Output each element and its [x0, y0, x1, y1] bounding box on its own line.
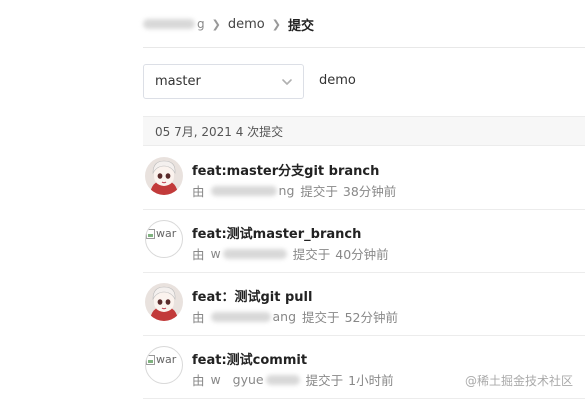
avatar[interactable]: war	[145, 346, 183, 384]
commit-meta: 由 w gyue 提交于 1小时前	[192, 370, 394, 389]
avatar[interactable]	[145, 157, 183, 195]
commit-group-header: 05 7月, 2021 4 次提交	[143, 116, 585, 146]
avatar[interactable]	[145, 283, 183, 321]
commit-action-label: 提交于	[300, 184, 338, 199]
commit-time: 38分钟前	[342, 184, 397, 199]
commit-list: feat:master分支git branch 由 ng 提交于 38分钟前 w…	[143, 147, 585, 399]
broken-image-icon: war	[146, 353, 176, 366]
commit-title[interactable]: feat:测试commit	[192, 349, 307, 368]
redacted-author-name	[210, 311, 271, 322]
chevron-right-icon: ❯	[211, 17, 221, 31]
breadcrumb-owner-tail: g	[197, 17, 205, 31]
repo-name: demo	[319, 73, 356, 88]
commit-time: 52分钟前	[344, 310, 398, 325]
commit-action-label: 提交于	[292, 247, 331, 262]
commit-title[interactable]: feat:测试master_branch	[192, 223, 361, 242]
branch-select-value: master	[155, 74, 201, 89]
redacted-author-name	[222, 248, 287, 259]
commit-title[interactable]: feat：测试git pull	[192, 286, 312, 305]
commit-row[interactable]: feat:master分支git branch 由 ng 提交于 38分钟前	[143, 147, 585, 210]
redacted-author-name	[210, 185, 277, 196]
redacted-owner-name	[143, 19, 195, 29]
commit-by-label: 由	[192, 184, 205, 199]
commit-by-label: 由	[192, 247, 205, 262]
commit-time: 40分钟前	[335, 247, 389, 262]
chevron-right-icon: ❯	[271, 17, 281, 31]
commit-group-date: 05 7月, 2021 4 次提交	[155, 124, 284, 139]
anime-avatar-icon	[145, 157, 183, 195]
branch-select[interactable]: master	[143, 64, 304, 99]
commit-by-label: 由	[192, 373, 205, 388]
commit-row[interactable]: feat：测试git pull 由 ang 提交于 52分钟前	[143, 273, 585, 336]
commit-title[interactable]: feat:master分支git branch	[192, 160, 379, 179]
divider	[143, 47, 585, 48]
chevron-down-icon	[282, 79, 292, 85]
watermark: @稀土掘金技术社区	[464, 374, 573, 388]
redacted-author-name	[265, 374, 300, 385]
commit-meta: 由 ang 提交于 52分钟前	[192, 307, 398, 326]
commit-author-tail[interactable]: ang	[273, 309, 297, 324]
commit-action-label: 提交于	[302, 310, 340, 325]
commit-row[interactable]: war feat:测试master_branch 由 w 提交于 40分钟前	[143, 210, 585, 273]
anime-avatar-icon	[145, 283, 183, 321]
commit-time: 1小时前	[348, 373, 394, 388]
avatar[interactable]: war	[145, 220, 183, 258]
avatar-alt-text: war	[156, 227, 177, 240]
commit-meta: 由 ng 提交于 38分钟前	[192, 181, 396, 200]
commit-meta: 由 w 提交于 40分钟前	[192, 244, 389, 263]
commit-author-tail[interactable]: w	[211, 246, 221, 261]
breadcrumb-owner[interactable]: g	[143, 17, 205, 31]
commit-by-label: 由	[192, 310, 205, 325]
commit-author-tail[interactable]: w gyue	[211, 372, 264, 387]
breadcrumb: g ❯ demo ❯ 提交	[143, 12, 314, 36]
broken-image-icon: war	[146, 227, 176, 240]
commit-row[interactable]: war feat:测试commit 由 w gyue 提交于 1小时前	[143, 336, 585, 399]
commit-author-tail[interactable]: ng	[279, 183, 295, 198]
breadcrumb-current: 提交	[287, 18, 314, 34]
commit-action-label: 提交于	[305, 373, 344, 388]
avatar-alt-text: war	[156, 353, 177, 366]
breadcrumb-repo[interactable]: demo	[228, 17, 265, 32]
